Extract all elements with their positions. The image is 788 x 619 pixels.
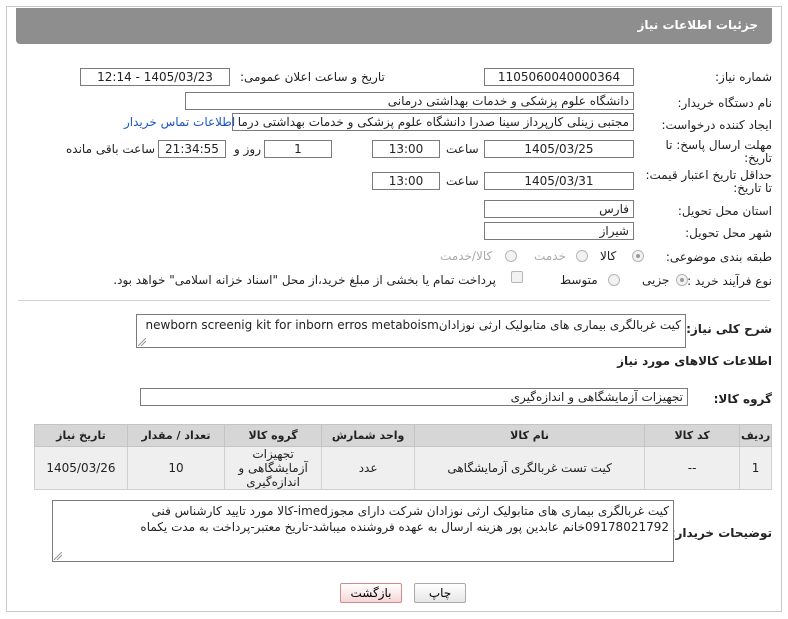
resize-grip-icon[interactable] <box>138 338 146 346</box>
announce-date-field: 1405/03/23 - 12:14 <box>80 68 230 86</box>
resize-grip-icon[interactable] <box>54 552 62 560</box>
deadline-date-field: 1405/03/25 <box>484 140 634 158</box>
province-label: استان محل تحویل: <box>677 204 772 218</box>
days-remaining-field: 1 <box>264 140 332 158</box>
requester-field: مجتبی زینلی کارپرداز سینا صدرا دانشگاه ع… <box>232 113 634 131</box>
back-button[interactable]: بازگشت <box>340 583 402 603</box>
process-type-label: نوع فرآیند خرید : <box>687 274 772 288</box>
price-validity-date-field: 1405/03/31 <box>484 172 634 190</box>
need-details-page: AriaTender.net جزئیات اطلاعات نیاز شماره… <box>0 0 788 619</box>
goods-group-field: تجهیزات آزمایشگاهی و اندازه‌گیری <box>140 388 688 406</box>
category-service-radio[interactable] <box>576 250 588 262</box>
city-field: شیراز <box>484 222 634 240</box>
need-number-field: 1105060040000364 <box>484 68 634 86</box>
table-row: 1 -- کیت تست غربالگری آزمایشگاهی عدد تجه… <box>34 446 772 490</box>
header-bar: جزئیات اطلاعات نیاز <box>16 8 772 44</box>
page-title: جزئیات اطلاعات نیاز <box>637 18 758 32</box>
province-field: فارس <box>484 200 634 218</box>
divider <box>18 300 770 301</box>
deadline-time-field: 13:00 <box>372 140 440 158</box>
need-number-label: شماره نیاز: <box>715 70 772 84</box>
price-validity-date-label: تا تاریخ: <box>733 181 772 195</box>
process-medium-label: متوسط <box>560 273 598 287</box>
days-label: روز و <box>234 142 261 156</box>
col-quantity: تعداد / مقدار <box>126 424 226 447</box>
cell-item-code: -- <box>644 446 741 490</box>
price-validity-time-field: 13:00 <box>372 172 440 190</box>
process-minor-label: جزیی <box>642 273 670 287</box>
category-goods-label: کالا <box>600 249 617 263</box>
deadline-date-label: تاریخ: <box>744 151 772 165</box>
remaining-time-field: 21:34:55 <box>158 140 226 158</box>
buyer-org-field: دانشگاه علوم پزشکی و خدمات بهداشتی درمان… <box>185 92 634 110</box>
process-minor-radio[interactable] <box>676 274 688 286</box>
col-item-code: کد کالا <box>644 424 741 447</box>
price-validity-label: حداقل تاریخ اعتبار قیمت: <box>645 168 772 182</box>
deadline-time-label: ساعت <box>446 142 479 156</box>
print-button[interactable]: چاپ <box>414 583 466 603</box>
cell-quantity: 10 <box>126 446 226 490</box>
remaining-time-label: ساعت باقی مانده <box>66 142 156 156</box>
goods-table: ردیف کد کالا نام کالا واحد شمارش گروه کا… <box>34 424 772 490</box>
buyer-notes-label: توضیحات خریدار: <box>670 526 772 540</box>
announce-date-label: تاریخ و ساعت اعلان عمومی: <box>240 70 385 84</box>
cell-unit: عدد <box>321 446 416 490</box>
city-label: شهر محل تحویل: <box>685 226 772 240</box>
deadline-label: مهلت ارسال پاسخ: تا <box>665 138 772 152</box>
category-goods-radio[interactable] <box>632 250 644 262</box>
cell-row-number: 1 <box>739 446 772 490</box>
cell-item-name: کیت تست غربالگری آزمایشگاهی <box>414 446 646 490</box>
col-row-number: ردیف <box>739 424 772 447</box>
cell-need-date: 1405/03/26 <box>34 446 128 490</box>
process-medium-radio[interactable] <box>608 274 620 286</box>
buyer-org-label: نام دستگاه خریدار: <box>677 96 773 110</box>
price-validity-time-label: ساعت <box>446 174 479 188</box>
category-both-radio[interactable] <box>505 250 517 262</box>
category-both-label: کالا/خدمت <box>440 249 493 263</box>
col-unit: واحد شمارش <box>321 424 416 447</box>
requester-label: ایجاد کننده درخواست: <box>661 118 772 132</box>
buyer-notes-textarea[interactable]: کیت غربالگری بیماری های متابولیک ارثی نو… <box>52 500 674 562</box>
table-header-row: ردیف کد کالا نام کالا واحد شمارش گروه کا… <box>34 424 772 447</box>
cell-item-group: تجهیزات آزمایشگاهی و اندازه‌گیری <box>224 446 323 490</box>
category-service-label: خدمت <box>534 249 566 263</box>
col-item-name: نام کالا <box>414 424 646 447</box>
buyer-notes-text: کیت غربالگری بیماری های متابولیک ارثی نو… <box>140 504 669 534</box>
col-item-group: گروه کالا <box>224 424 323 447</box>
treasury-payment-checkbox[interactable] <box>511 271 523 283</box>
summary-text: کیت غربالگری بیماری های متابولیک ارثی نو… <box>145 318 681 332</box>
goods-group-label: گروه کالا: <box>713 392 772 406</box>
buyer-contact-link[interactable]: اطلاعات تماس خریدار <box>124 115 235 129</box>
goods-section-title: اطلاعات کالاهای مورد نیاز <box>617 354 772 368</box>
summary-textarea[interactable]: کیت غربالگری بیماری های متابولیک ارثی نو… <box>136 314 686 348</box>
category-label: طبقه بندی موضوعی: <box>665 250 772 264</box>
summary-label: شرح کلی نیاز: <box>686 322 772 336</box>
treasury-payment-note: پرداخت تمام یا بخشی از مبلغ خرید،از محل … <box>113 273 496 287</box>
col-need-date: تاریخ نیاز <box>34 424 128 447</box>
